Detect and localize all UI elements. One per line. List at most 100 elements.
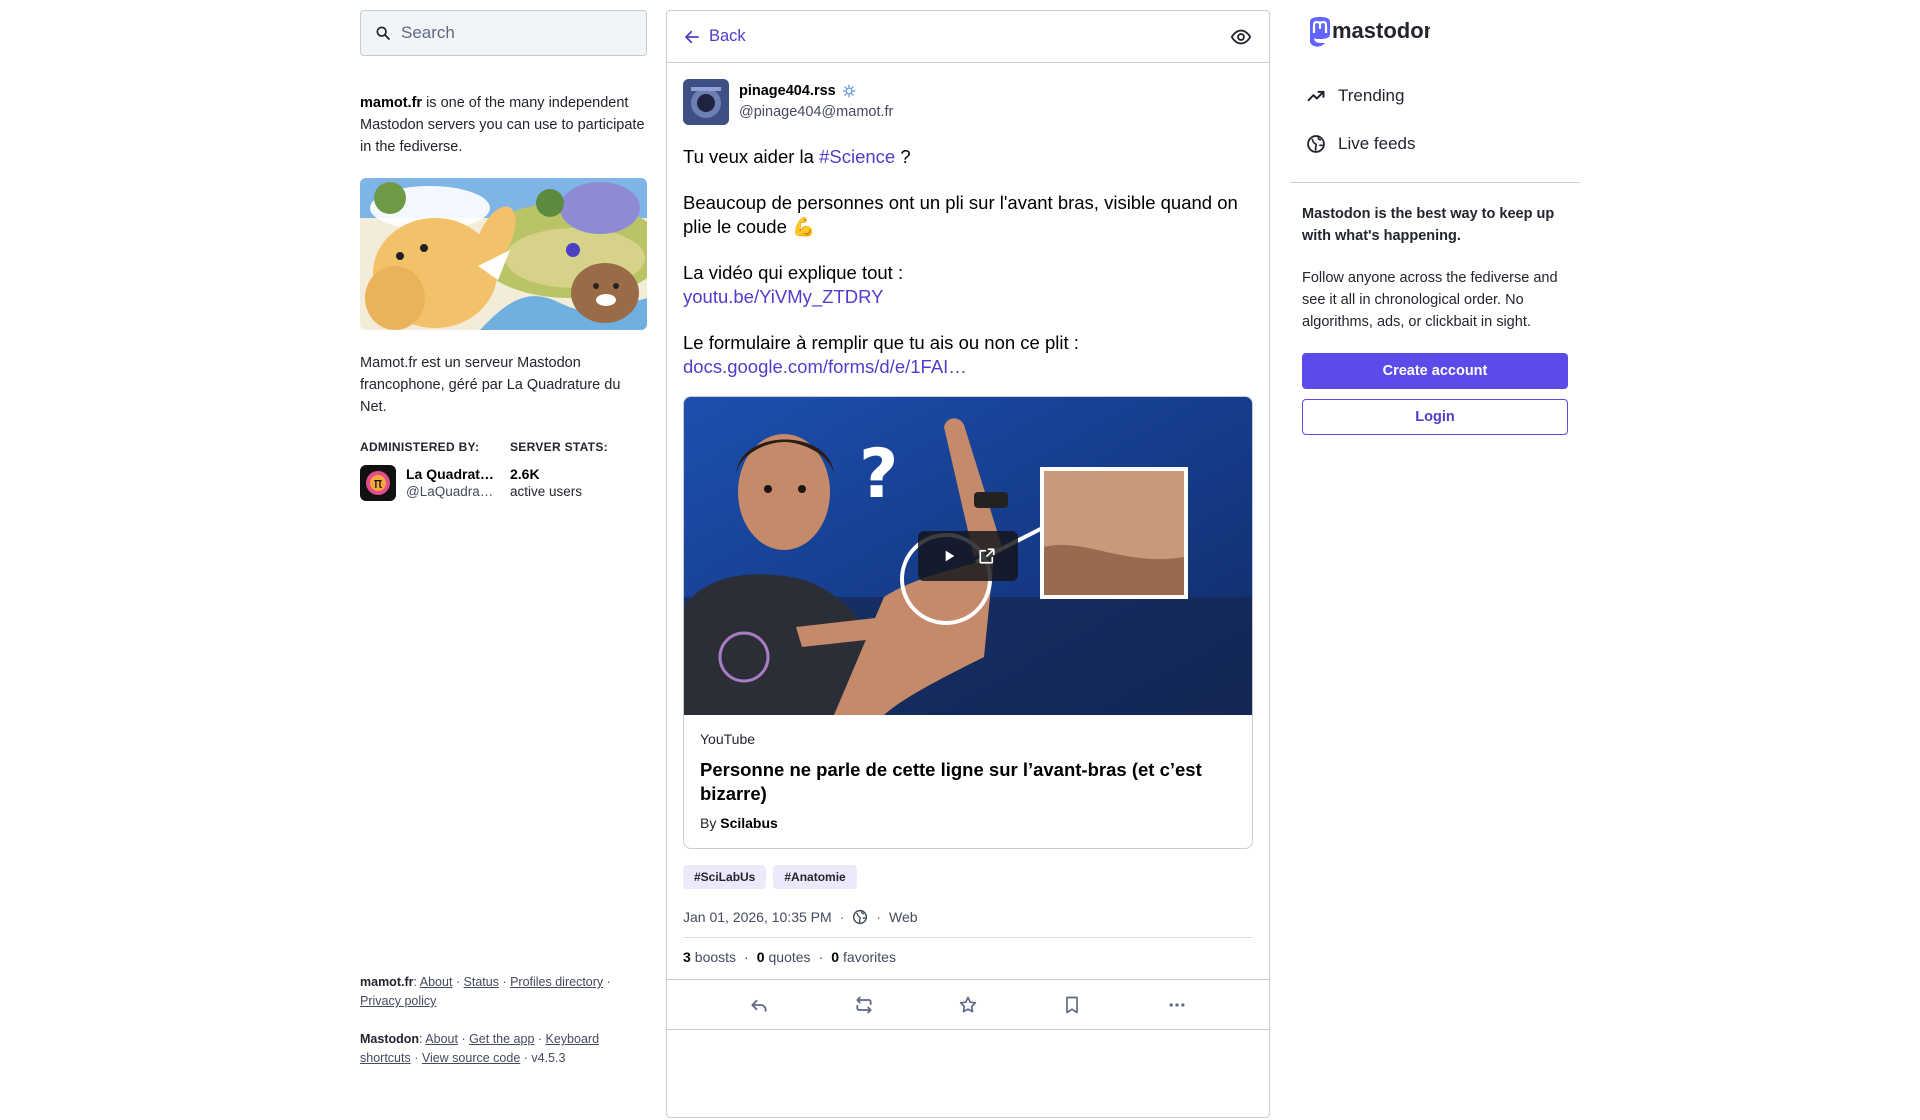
hashtag-bar: #SciLabUs #Anatomie [683, 865, 1253, 889]
bot-badge-icon [842, 84, 856, 98]
nav-item-trending[interactable]: Trending [1290, 72, 1580, 120]
status-account[interactable]: pinage404.rss @pinage404@mamot.fr [683, 79, 1253, 125]
status: pinage404.rss @pinage404@mamot.fr Tu veu… [667, 63, 1269, 979]
create-account-button[interactable]: Create account [1302, 353, 1568, 389]
column-header: Back [667, 11, 1269, 63]
search-input[interactable]: Search [360, 10, 647, 56]
separator-dot: · [818, 949, 824, 965]
logo-wordmark: mastodon [1332, 18, 1430, 43]
admin-handle: @LaQuadrature [406, 484, 494, 499]
favorite-button[interactable] [948, 987, 988, 1023]
content-paragraph: La vidéo qui explique tout : youtu.be/YiV… [683, 261, 1253, 309]
active-users-value: 2.6K [510, 466, 540, 482]
admin-name: La Quadrature du Net [406, 466, 494, 482]
hashtag-anatomie[interactable]: #Anatomie [773, 865, 857, 889]
mastodon-logo-icon: mastodon [1310, 17, 1430, 47]
more-options-button[interactable] [1157, 987, 1197, 1023]
status-counts: 3 boosts · 0 quotes · 0 favorites [683, 938, 1253, 979]
google-form-link[interactable]: docs.google.com/forms/d/e/1FAI… [683, 356, 967, 377]
separator-dot: · [744, 949, 749, 965]
mastodon-logo[interactable]: mastodon [1306, 16, 1580, 50]
separator-dot: · [876, 909, 882, 925]
search-placeholder: Search [401, 23, 455, 42]
quotes-count-value: 0 [756, 949, 765, 965]
content-paragraph: Beaucoup de personnes ont un pli sur l'a… [683, 192, 1238, 237]
footer-privacy-policy-link[interactable]: Privacy policy [360, 994, 436, 1008]
card-author-name[interactable]: Scilabus [720, 815, 778, 831]
footer-status-link[interactable]: Status [464, 975, 499, 989]
boosts-count-value: 3 [683, 949, 691, 965]
back-button[interactable]: Back [683, 27, 746, 46]
card-title[interactable]: Personne ne parle de cette ligne sur l’a… [700, 758, 1236, 806]
stats-heading: SERVER STATS: [510, 440, 608, 454]
content-text: ? [895, 146, 911, 167]
content-text: La vidéo qui explique tout : [683, 262, 904, 283]
hashtag-scilabus[interactable]: #SciLabUs [683, 865, 767, 889]
favorites-count[interactable]: 0 favorites [831, 949, 896, 965]
more-horizontal-icon [1169, 1002, 1185, 1007]
nav-item-live-feeds[interactable]: Live feeds [1290, 120, 1580, 168]
footer-mastodon-about-link[interactable]: About [425, 1032, 458, 1046]
bookmark-button[interactable] [1052, 987, 1092, 1023]
navigation-sidebar: mastodon Trending Live feeds Mastodon is… [1290, 10, 1580, 435]
card-author: By Scilabus [700, 814, 1236, 832]
avatar[interactable] [683, 79, 729, 125]
back-label: Back [709, 27, 746, 45]
star-icon [959, 996, 977, 1012]
toggle-visibility-button[interactable] [1227, 23, 1255, 51]
login-button[interactable]: Login [1302, 399, 1568, 435]
admin-avatar: π [360, 465, 396, 501]
footer-version: v4.5.3 [531, 1051, 566, 1065]
admin-heading: ADMINISTERED BY: [360, 440, 480, 454]
promo-heading: Mastodon is the best way to keep up with… [1302, 206, 1555, 244]
bookmark-icon [1066, 996, 1079, 1013]
quotes-count[interactable]: 0 quotes [757, 949, 811, 965]
footer-mastodon-links: Mastodon: About · Get the app · Keyboard… [360, 1032, 600, 1065]
favorites-count-value: 0 [831, 949, 840, 965]
footer-server-label: mamot.fr [360, 975, 414, 989]
content-text: Tu veux aider la [683, 146, 820, 167]
external-link-icon [978, 548, 995, 564]
preview-card[interactable]: ? YouTube Personne ne parle de cette lig… [683, 396, 1253, 849]
status-content: Tu veux aider la #Science ? Beaucoup de … [683, 145, 1253, 379]
search-icon [376, 26, 390, 40]
card-body: YouTube Personne ne parle de cette ligne… [684, 715, 1252, 848]
server-intro: mamot.fr is one of the many independent … [360, 92, 647, 158]
footer-mastodon-label: Mastodon [360, 1032, 420, 1046]
content-text: Le formulaire à remplir que tu ais ou no… [683, 332, 1079, 353]
footer-source-code-link[interactable]: View source code [422, 1051, 520, 1065]
status-action-bar [667, 979, 1269, 1030]
svg-text:π: π [374, 476, 383, 492]
nav-item-label: Live feeds [1338, 134, 1416, 153]
promo-body: Follow anyone across the fediverse and s… [1302, 270, 1558, 330]
status-date[interactable]: Jan 01, 2026, 10:35 PM [683, 909, 832, 925]
boost-button[interactable] [844, 987, 884, 1023]
footer-profiles-directory-link[interactable]: Profiles directory [510, 975, 603, 989]
server-hero-image [360, 178, 647, 330]
open-external-button[interactable] [978, 547, 996, 565]
boosts-count-label: boosts [694, 949, 737, 965]
server-description: Mamot.fr est un serveur Mastodon francop… [360, 355, 621, 415]
footer-server-links: mamot.fr: About · Status · Profiles dire… [360, 975, 611, 1008]
play-button[interactable] [941, 548, 957, 564]
content-paragraph: Tu veux aider la #Science ? [683, 145, 1253, 169]
admin-account[interactable]: π La Quadrature du Net @LaQuadrature [360, 465, 494, 501]
arrow-left-icon [685, 30, 699, 43]
reply-button[interactable] [739, 987, 779, 1023]
main-navigation: Trending Live feeds [1290, 72, 1580, 168]
hashtag-science-link[interactable]: #Science [819, 146, 895, 167]
footer-about-link[interactable]: About [420, 975, 453, 989]
footer-get-app-link[interactable]: Get the app [469, 1032, 534, 1046]
active-users-label: active users [510, 484, 583, 499]
server-meta: ADMINISTERED BY: π La Quadrature du Net … [360, 440, 647, 501]
reply-icon [751, 999, 767, 1012]
video-thumbnail[interactable]: ? [684, 397, 1252, 715]
server-sidebar: Search mamot.fr is one of the many indep… [360, 10, 647, 501]
card-provider: YouTube [700, 731, 756, 747]
boosts-count[interactable]: 3 boosts [683, 949, 736, 965]
nav-item-label: Trending [1338, 86, 1405, 105]
globe-icon [853, 909, 868, 925]
youtube-link[interactable]: youtu.be/YiVMy_ZTDRY [683, 286, 884, 307]
admin-section: ADMINISTERED BY: π La Quadrature du Net … [360, 440, 494, 501]
favorites-count-label: favorites [843, 949, 896, 965]
